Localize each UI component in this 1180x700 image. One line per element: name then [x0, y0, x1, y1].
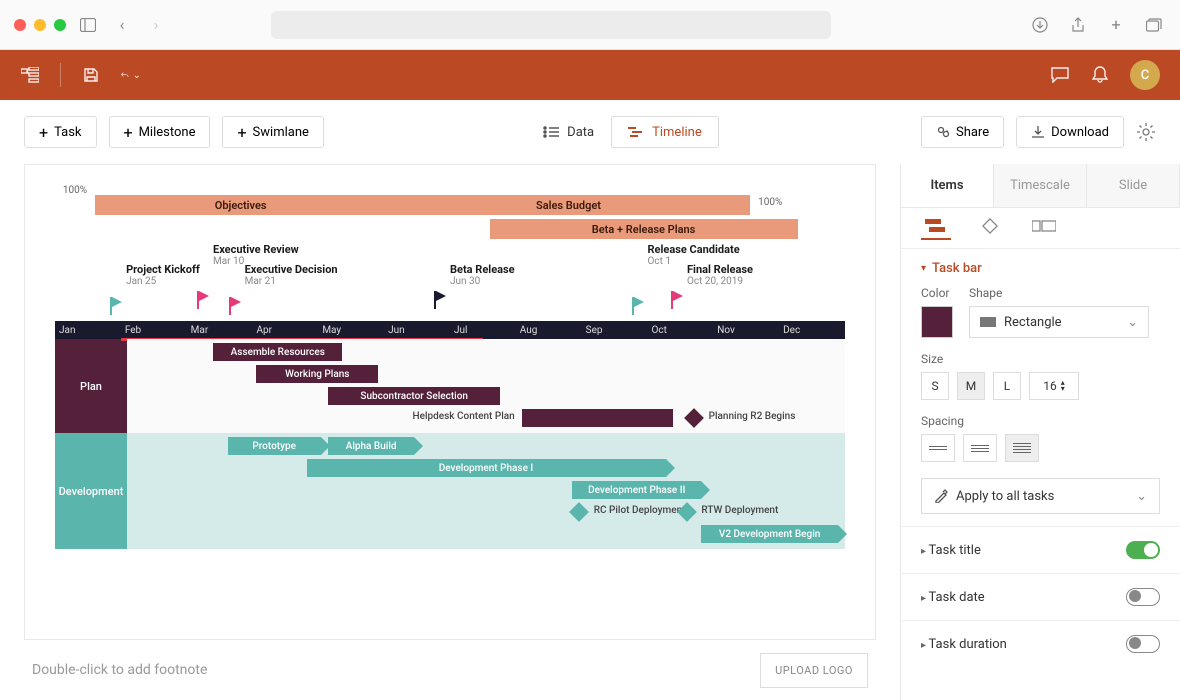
- maximize-window[interactable]: [54, 19, 66, 31]
- spacing-tight-button[interactable]: [921, 434, 955, 462]
- tab-items[interactable]: Items: [901, 164, 994, 207]
- toggle-task-title[interactable]: [1126, 541, 1160, 559]
- subtab-taskbar-icon[interactable]: [921, 220, 951, 240]
- forward-icon[interactable]: ›: [144, 13, 168, 37]
- sidebar-toggle-icon[interactable]: [76, 13, 100, 37]
- spacing-wide-button[interactable]: [1005, 434, 1039, 462]
- tab-timescale[interactable]: Timescale: [994, 164, 1087, 207]
- spacing-label: Spacing: [921, 414, 1160, 428]
- download-button[interactable]: Download: [1016, 116, 1124, 148]
- view-data-button[interactable]: Data: [526, 116, 611, 148]
- upload-logo-button[interactable]: UPLOAD LOGO: [760, 653, 868, 688]
- window-controls: [14, 19, 66, 31]
- color-swatch[interactable]: [921, 306, 953, 338]
- avatar[interactable]: C: [1130, 60, 1160, 90]
- undo-icon[interactable]: ⌄: [121, 65, 141, 85]
- minimize-window[interactable]: [34, 19, 46, 31]
- size-label: Size: [921, 352, 1160, 366]
- tab-slide[interactable]: Slide: [1087, 164, 1180, 207]
- share-icon[interactable]: [1066, 13, 1090, 37]
- add-milestone-button[interactable]: +Milestone: [109, 116, 211, 148]
- size-m-button[interactable]: M: [957, 372, 985, 400]
- color-label: Color: [921, 286, 953, 300]
- subtab-milestone-icon[interactable]: [975, 220, 1005, 240]
- address-bar[interactable]: [271, 11, 831, 39]
- size-l-button[interactable]: L: [993, 372, 1021, 400]
- timeline-canvas[interactable]: 100%ObjectivesSales Budget100%Beta + Rel…: [24, 164, 876, 640]
- section-task-date[interactable]: Task date: [901, 573, 1180, 620]
- size-s-button[interactable]: S: [921, 372, 949, 400]
- settings-icon[interactable]: [1136, 122, 1156, 142]
- new-tab-icon[interactable]: +: [1104, 13, 1128, 37]
- app-bar: ⌄ C: [0, 50, 1180, 100]
- subtab-swimlane-icon[interactable]: [1029, 220, 1059, 240]
- view-timeline-button[interactable]: Timeline: [611, 116, 719, 148]
- tabs-icon[interactable]: [1142, 13, 1166, 37]
- download-icon[interactable]: [1028, 13, 1052, 37]
- share-button[interactable]: Share: [921, 116, 1004, 148]
- add-task-button[interactable]: +Task: [24, 116, 97, 148]
- section-task-duration[interactable]: Task duration: [901, 620, 1180, 667]
- size-number-input[interactable]: 16▴▾: [1029, 372, 1079, 400]
- properties-panel: Items Timescale Slide Task bar Color Sha…: [900, 164, 1180, 700]
- close-window[interactable]: [14, 19, 26, 31]
- apply-all-button[interactable]: Apply to all tasks: [921, 478, 1160, 514]
- toggle-task-date[interactable]: [1126, 588, 1160, 606]
- footnote-placeholder[interactable]: Double-click to add footnote: [32, 662, 207, 678]
- browser-chrome: ‹ › +: [0, 0, 1180, 50]
- section-task-title[interactable]: Task title: [901, 526, 1180, 573]
- comment-icon[interactable]: [1050, 65, 1070, 85]
- save-icon[interactable]: [81, 65, 101, 85]
- back-icon[interactable]: ‹: [110, 13, 134, 37]
- app-logo-icon[interactable]: [20, 65, 40, 85]
- bell-icon[interactable]: [1090, 65, 1110, 85]
- toolbar: +Task +Milestone +Swimlane Data Timeline…: [0, 100, 1180, 164]
- spacing-medium-button[interactable]: [963, 434, 997, 462]
- section-taskbar-header[interactable]: Task bar: [921, 261, 1160, 276]
- shape-select[interactable]: Rectangle: [969, 306, 1149, 338]
- toggle-task-duration[interactable]: [1126, 635, 1160, 653]
- shape-label: Shape: [969, 286, 1149, 300]
- add-swimlane-button[interactable]: +Swimlane: [222, 116, 323, 148]
